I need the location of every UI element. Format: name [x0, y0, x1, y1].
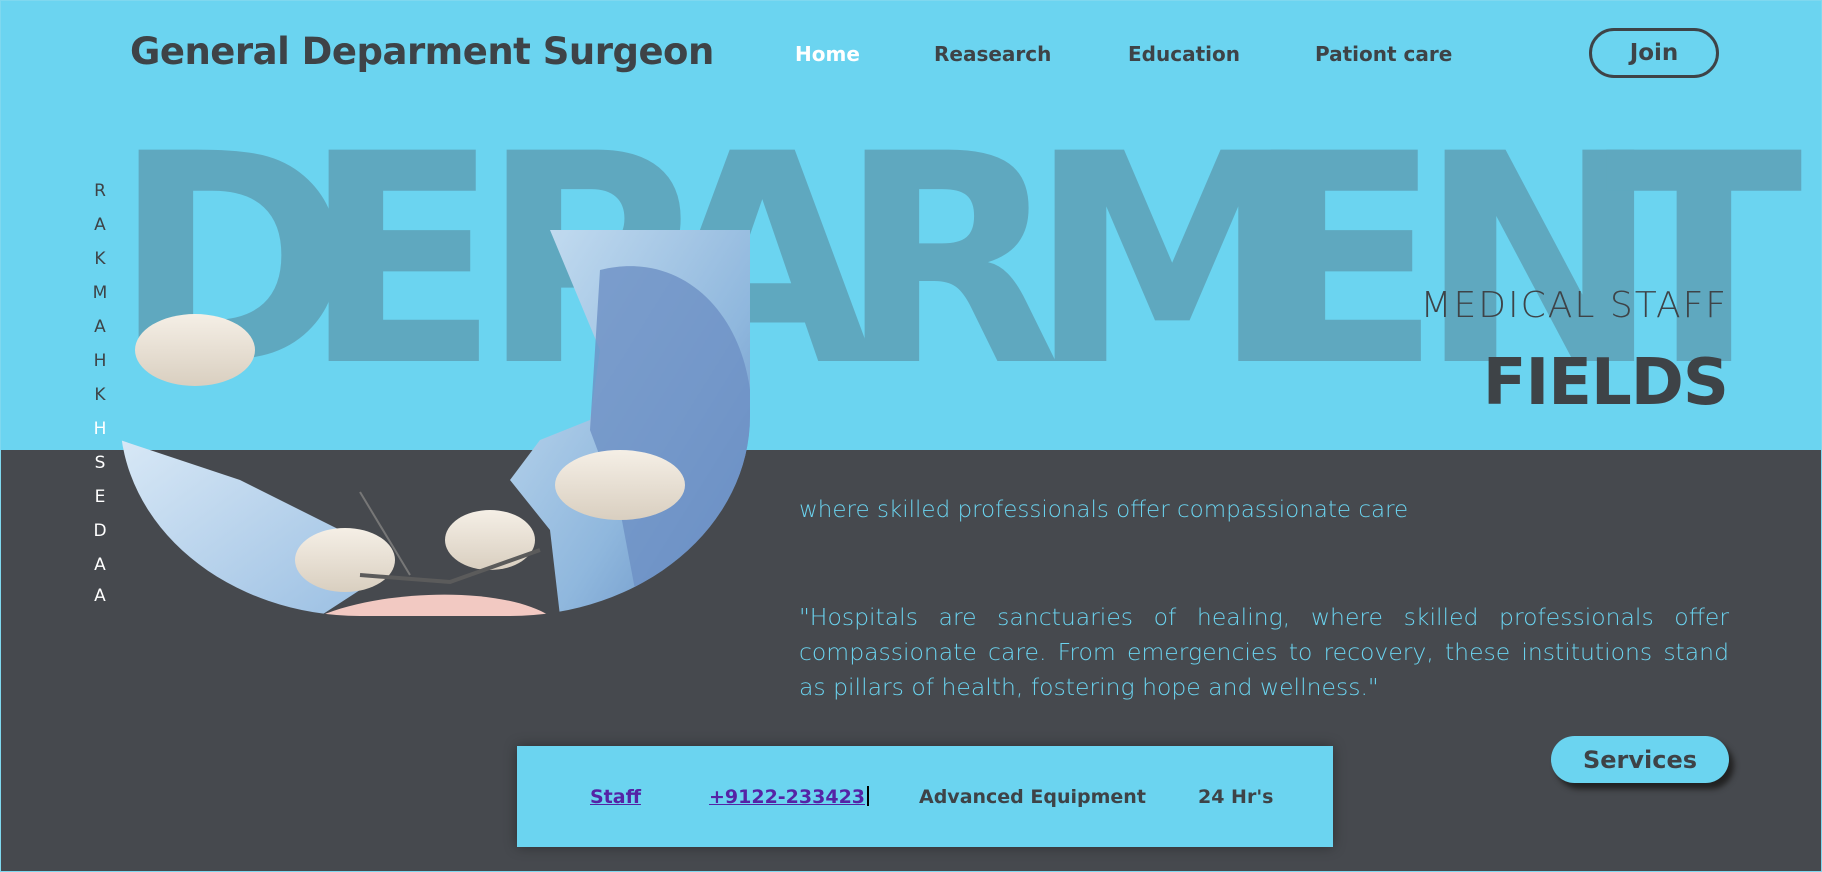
vertical-letter: A — [94, 586, 106, 606]
vertical-letter: A — [94, 215, 106, 235]
staff-link[interactable]: Staff — [590, 786, 641, 808]
vertical-letter: A — [94, 555, 106, 575]
surgeons-operating-image — [120, 230, 750, 616]
vertical-letter: K — [94, 385, 106, 405]
nav-patient-care[interactable]: Pationt care — [1315, 42, 1452, 66]
nav-home[interactable]: Home — [795, 42, 860, 66]
tagline: where skilled professionals offer compas… — [799, 497, 1409, 523]
vertical-letter: K — [94, 249, 106, 269]
nav-research[interactable]: Reasearch — [934, 42, 1051, 66]
phone-wrapper: +9122-233423 — [709, 786, 870, 808]
services-button[interactable]: Services — [1551, 736, 1729, 783]
vertical-letter: H — [93, 419, 107, 439]
vertical-letter: A — [94, 317, 106, 337]
vertical-author-name: A A D E S H K H A M K A R — [85, 181, 115, 606]
hero-subtitle: MEDICAL STAFF — [1420, 285, 1728, 326]
vertical-letter: H — [93, 351, 107, 371]
vertical-letter: D — [93, 521, 107, 541]
big-letter: E — [1244, 93, 1443, 430]
vertical-letter: M — [92, 283, 108, 303]
info-bar: Staff +9122-233423 Advanced Equipment 24… — [517, 746, 1333, 847]
vertical-letter: R — [94, 181, 106, 201]
hours-label: 24 Hr's — [1198, 786, 1274, 808]
brand-title: General Deparment Surgeon — [130, 30, 714, 73]
phone-link[interactable]: +9122-233423 — [709, 786, 865, 808]
nav-education[interactable]: Education — [1128, 42, 1240, 66]
hospital-quote: "Hospitals are sanctuaries of healing, w… — [799, 603, 1729, 701]
text-cursor — [867, 786, 870, 806]
vertical-letter: E — [94, 487, 106, 507]
vertical-letter: S — [94, 453, 106, 473]
hero-title: FIELDS — [1482, 346, 1729, 420]
join-button[interactable]: Join — [1589, 28, 1719, 78]
equipment-label: Advanced Equipment — [919, 786, 1146, 808]
